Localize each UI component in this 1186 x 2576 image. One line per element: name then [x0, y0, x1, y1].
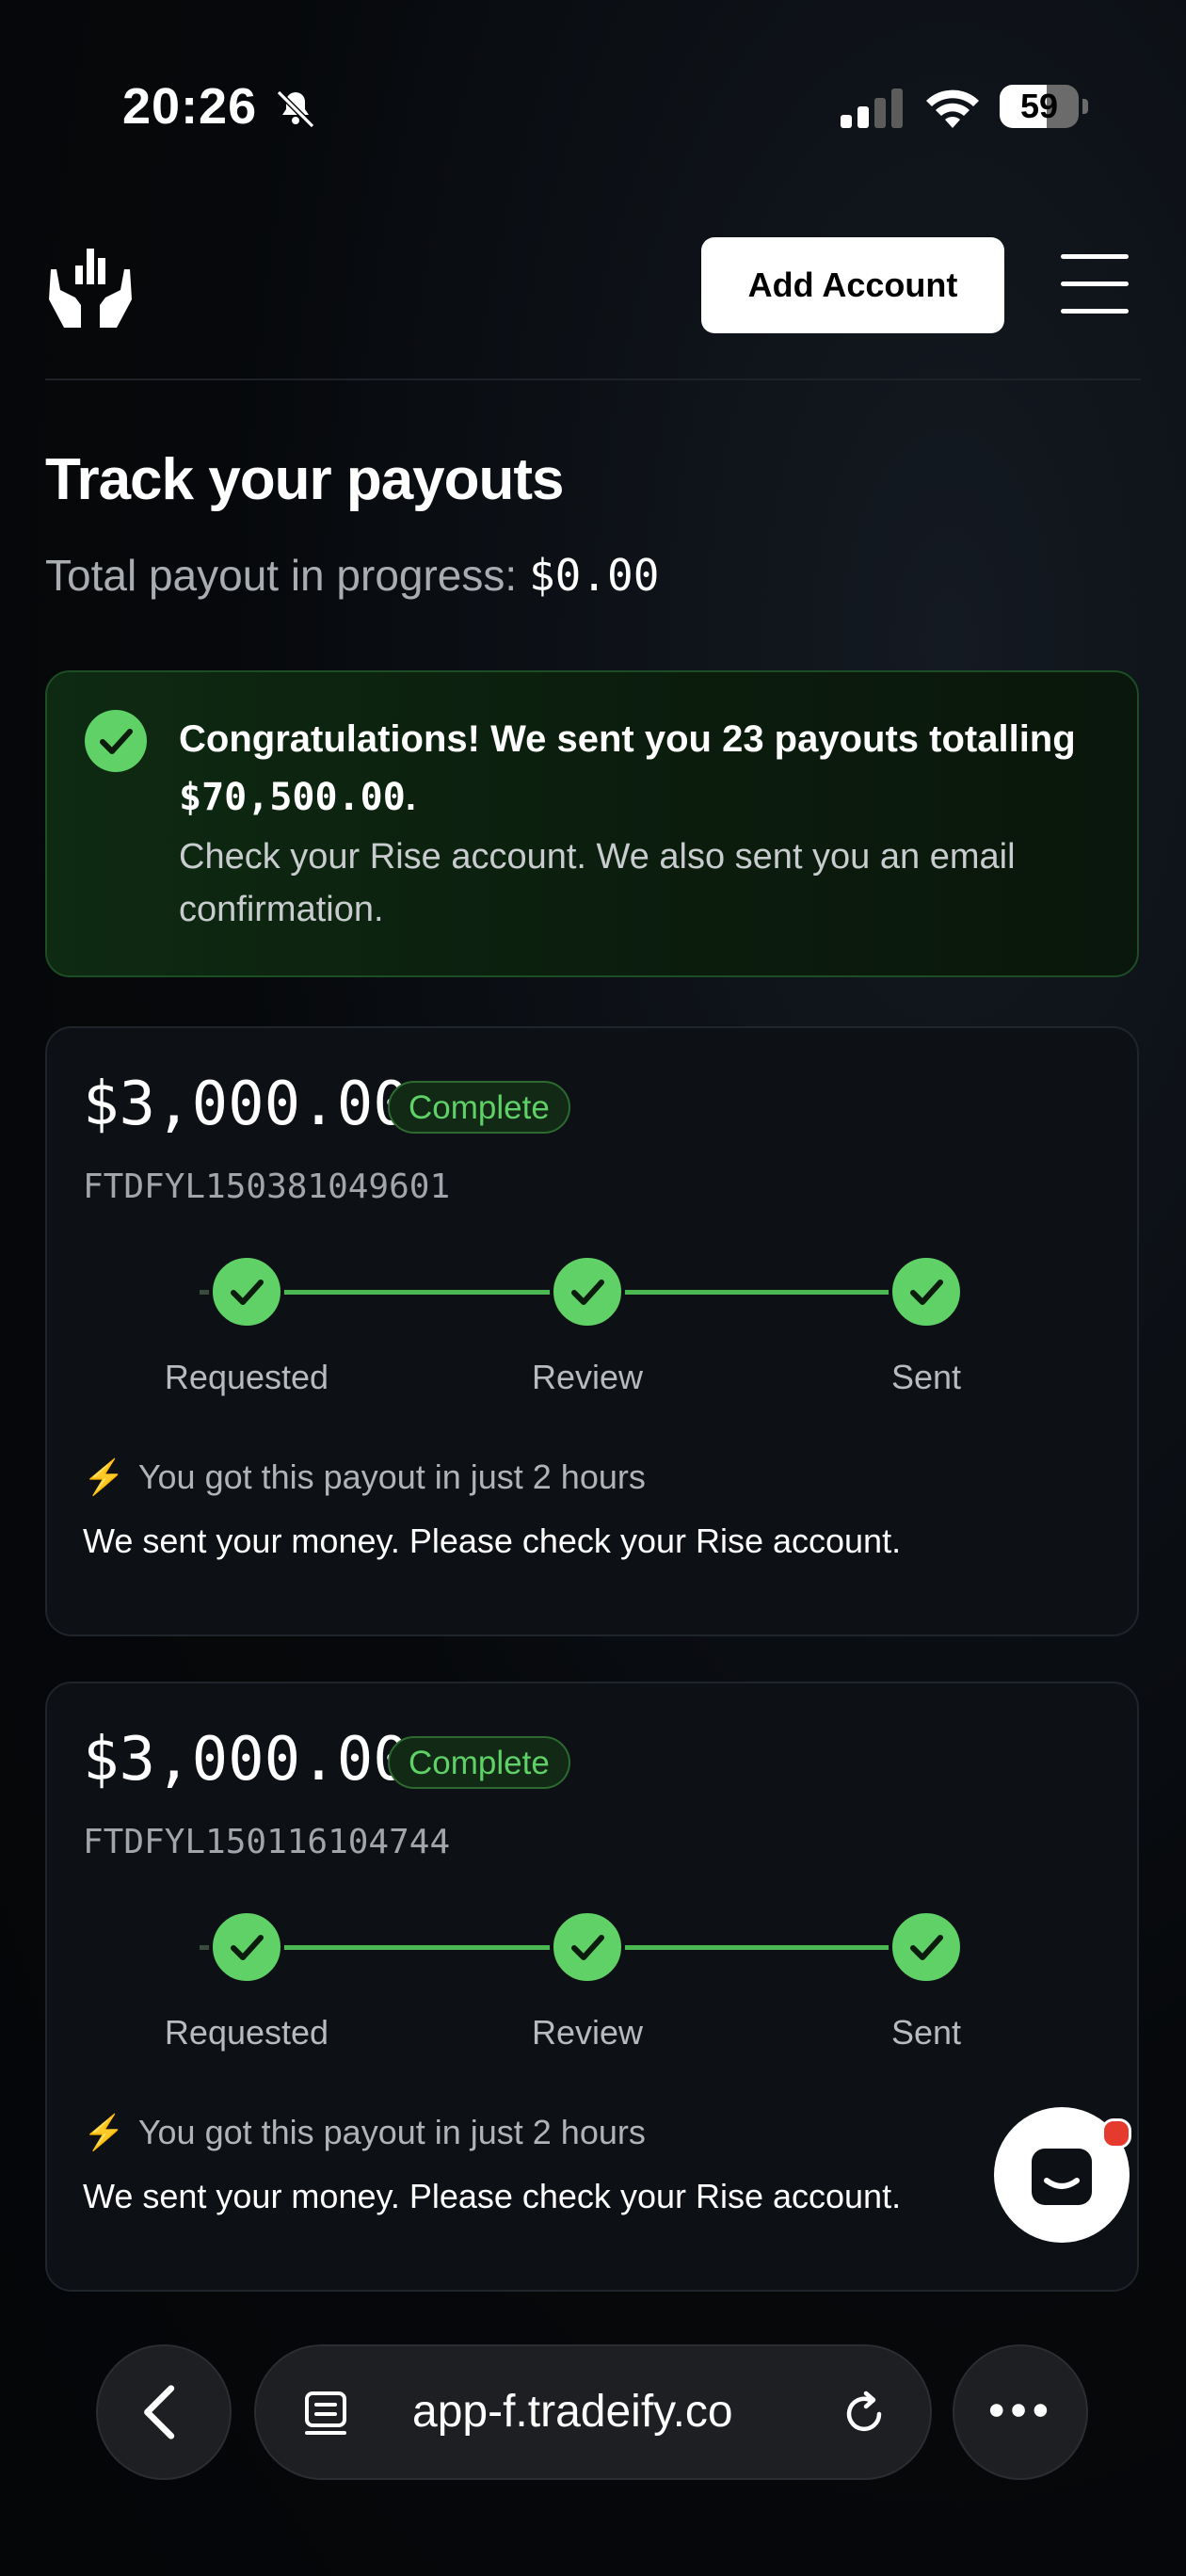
banner-title-text: Congratulations! We sent you 23 payouts … — [179, 718, 1076, 760]
step-check-icon — [550, 1254, 625, 1329]
banner-title-suffix: . — [405, 777, 416, 818]
cellular-signal-icon — [841, 89, 903, 128]
step-connector — [623, 1945, 890, 1950]
step-check-icon — [209, 1909, 284, 1985]
header-divider — [45, 378, 1141, 380]
total-payout-value: $0.00 — [528, 550, 660, 601]
payout-amount: $3,000.00 — [83, 1725, 409, 1795]
step-label-review: Review — [531, 1358, 644, 1396]
hamburger-menu-icon[interactable] — [1061, 254, 1129, 314]
payout-reference: FTDFYL150381049601 — [83, 1167, 451, 1206]
url-text: app-f.tradeify.co — [412, 2387, 733, 2437]
status-badge: Complete — [388, 1736, 570, 1789]
step-connector — [282, 1945, 552, 1950]
lightning-icon: ⚡ — [83, 1457, 125, 1496]
check-circle-icon — [85, 710, 147, 772]
payout-card[interactable]: $3,000.00 Complete FTDFYL150116104744 Requ… — [45, 1682, 1139, 2292]
browser-back-button[interactable] — [96, 2344, 232, 2480]
add-account-button[interactable]: Add Account — [701, 237, 1004, 333]
status-time: 20:26 — [122, 78, 258, 135]
step-check-icon — [209, 1254, 284, 1329]
banner-title: Congratulations! We sent you 23 payouts … — [179, 710, 1111, 827]
banner-total-amount: $70,500.00 — [179, 776, 406, 819]
battery-level: 59 — [1019, 87, 1059, 125]
progress-stepper — [200, 1254, 964, 1329]
step-check-icon — [889, 1909, 964, 1985]
payout-speed-line: ⚡ You got this payout in just 2 hours — [83, 2113, 646, 2152]
step-connector — [623, 1290, 890, 1295]
payout-message: We sent your money. Please check your Ri… — [83, 2177, 902, 2215]
total-payout-line: Total payout in progress: $0.00 — [45, 550, 659, 601]
address-bar[interactable]: app-f.tradeify.co — [254, 2344, 932, 2480]
step-label-sent: Sent — [890, 1358, 962, 1396]
banner-message: Check your Rise account. We also sent yo… — [179, 837, 1016, 929]
payout-message: We sent your money. Please check your Ri… — [83, 1521, 902, 1560]
step-label-review: Review — [531, 2013, 644, 2052]
step-label-requested: Requested — [164, 2013, 329, 2052]
hands-chart-logo-icon[interactable] — [43, 241, 137, 331]
payout-speed-text: You got this payout in just 2 hours — [137, 2113, 646, 2151]
notification-dot — [1101, 2118, 1131, 2149]
payout-speed-text: You got this payout in just 2 hours — [137, 1457, 646, 1496]
tabs-icon — [305, 2391, 346, 2435]
ellipsis-icon — [989, 2404, 1048, 2417]
battery-indicator: 59 — [1000, 85, 1088, 130]
progress-stepper — [200, 1909, 964, 1985]
lightning-icon: ⚡ — [83, 2113, 125, 2151]
payout-card[interactable]: $3,000.00 Complete FTDFYL150381049601 Requ… — [45, 1026, 1139, 1636]
payout-speed-line: ⚡ You got this payout in just 2 hours — [83, 1457, 646, 1497]
chevron-left-icon — [144, 2385, 175, 2439]
step-check-icon — [550, 1909, 625, 1985]
total-payout-label: Total payout in progress: — [45, 551, 529, 600]
more-options-button[interactable] — [953, 2344, 1088, 2480]
wifi-icon — [926, 89, 979, 128]
step-label-sent: Sent — [890, 2013, 962, 2052]
page-title: Track your payouts — [45, 447, 565, 512]
success-banner: Congratulations! We sent you 23 payouts … — [45, 670, 1139, 977]
payout-reference: FTDFYL150116104744 — [83, 1823, 451, 1861]
step-connector — [282, 1290, 552, 1295]
reload-icon[interactable] — [838, 2388, 890, 2440]
step-check-icon — [889, 1254, 964, 1329]
status-badge: Complete — [388, 1081, 570, 1134]
step-label-requested: Requested — [164, 1358, 329, 1396]
bell-muted-icon — [276, 89, 315, 129]
payout-amount: $3,000.00 — [83, 1070, 409, 1139]
